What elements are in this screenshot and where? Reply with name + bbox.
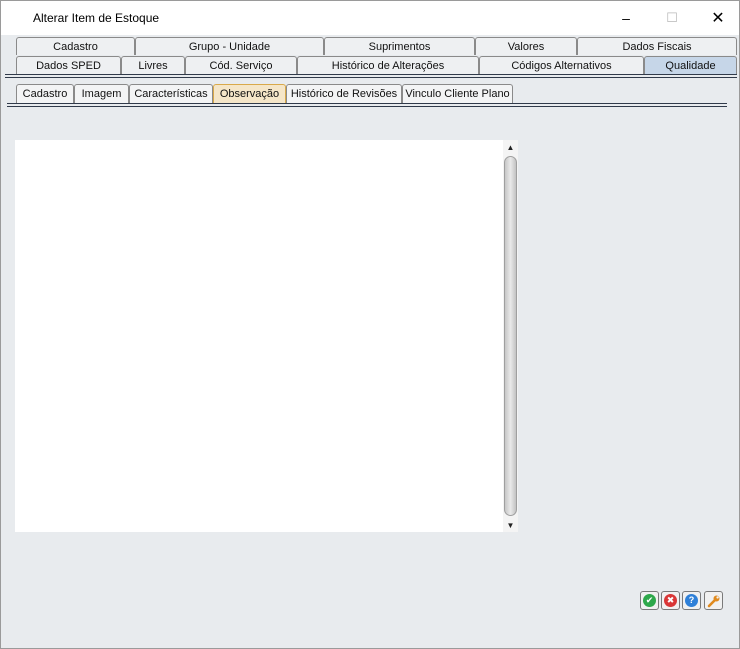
tab-suprimentos[interactable]: Suprimentos xyxy=(324,37,475,55)
tab-codigos-alternativos[interactable]: Códigos Alternativos xyxy=(479,56,644,74)
wrench-icon xyxy=(707,594,721,608)
scroll-down-icon[interactable]: ▼ xyxy=(503,518,518,532)
cancel-icon: ✖ xyxy=(664,594,677,607)
tab-grupo-unidade[interactable]: Grupo - Unidade xyxy=(135,37,324,55)
tab-livres[interactable]: Livres xyxy=(121,56,185,74)
window: Alterar Item de Estoque – ☐ ✕ Cadastro G… xyxy=(0,0,740,649)
observacao-textarea[interactable] xyxy=(15,140,518,532)
main-tab-divider-2 xyxy=(5,77,737,78)
title-bar[interactable]: Alterar Item de Estoque – ☐ ✕ xyxy=(1,1,739,35)
tab-valores[interactable]: Valores xyxy=(475,37,577,55)
subtab-imagem[interactable]: Imagem xyxy=(74,84,129,103)
check-icon: ✔ xyxy=(643,594,656,607)
tools-button[interactable] xyxy=(704,591,723,610)
maximize-button[interactable]: ☐ xyxy=(649,1,695,35)
sub-tab-divider xyxy=(7,103,727,104)
cancel-button[interactable]: ✖ xyxy=(661,591,680,610)
scroll-thumb[interactable] xyxy=(504,156,517,516)
subtab-vinculo-cliente-plano[interactable]: Vinculo Cliente Plano xyxy=(402,84,513,103)
scroll-up-icon[interactable]: ▲ xyxy=(503,140,518,154)
tab-dados-fiscais[interactable]: Dados Fiscais xyxy=(577,37,737,55)
window-title: Alterar Item de Estoque xyxy=(33,11,160,25)
tab-qualidade[interactable]: Qualidade xyxy=(644,56,737,74)
tab-cadastro[interactable]: Cadastro xyxy=(16,37,135,55)
close-button[interactable]: ✕ xyxy=(695,1,740,35)
memo-scrollbar[interactable]: ▲ ▼ xyxy=(503,140,518,532)
tab-dados-sped[interactable]: Dados SPED xyxy=(16,56,121,74)
tab-cod-servico[interactable]: Cód. Serviço xyxy=(185,56,297,74)
minimize-button[interactable]: – xyxy=(603,1,649,35)
sub-tab-divider-2 xyxy=(7,106,727,107)
help-button[interactable]: ? xyxy=(682,591,701,610)
subtab-cadastro[interactable]: Cadastro xyxy=(16,84,74,103)
help-icon: ? xyxy=(685,594,698,607)
subtab-historico-revisoes[interactable]: Histórico de Revisões xyxy=(286,84,402,103)
subtab-observacao[interactable]: Observação xyxy=(213,84,286,103)
main-tab-divider xyxy=(5,74,737,75)
tab-historico-alteracoes[interactable]: Histórico de Alterações xyxy=(297,56,479,74)
subtab-caracteristicas[interactable]: Características xyxy=(129,84,213,103)
confirm-button[interactable]: ✔ xyxy=(640,591,659,610)
